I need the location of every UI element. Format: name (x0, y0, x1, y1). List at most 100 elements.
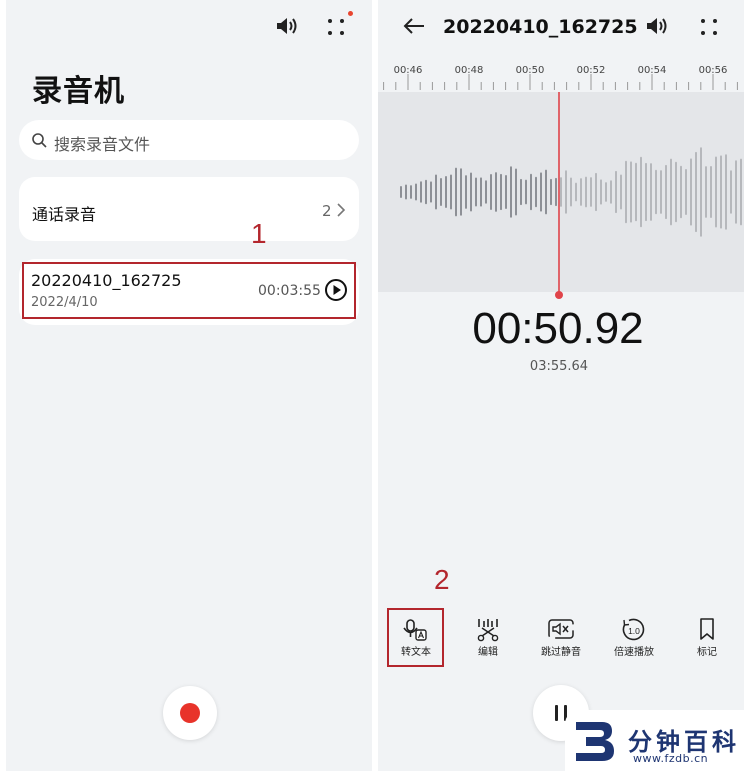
waveform-bar (715, 156, 717, 228)
recording-duration: 00:03:55 (258, 283, 321, 299)
waveform-bar (435, 174, 437, 210)
voice-to-text-icon[interactable] (402, 618, 428, 642)
play-icon[interactable] (324, 278, 348, 302)
waveform-bar (575, 182, 577, 202)
total-duration: 03:55.64 (529, 359, 589, 374)
speaker-icon[interactable] (274, 15, 300, 37)
waveform-bar (470, 172, 472, 212)
waveform-bar (445, 175, 447, 209)
waveform-bar (650, 163, 652, 221)
brand-logo-icon (576, 722, 614, 761)
back-arrow-icon[interactable] (402, 16, 426, 36)
waveform-bar (710, 166, 712, 218)
waveform-bar (730, 170, 732, 214)
waveform-bar (660, 170, 662, 214)
waveform-bar (610, 180, 612, 204)
waveform-bar (735, 160, 737, 224)
waveform-bar (560, 177, 562, 207)
waveform-bar (630, 161, 632, 223)
timeline-tick-label: 00:52 (577, 65, 606, 76)
tool-edit[interactable]: 编辑 (469, 643, 507, 658)
tool-skip-silence[interactable]: 跳过静音 (536, 643, 586, 658)
waveform-bar (680, 165, 682, 219)
annotation-step-2: 2 (434, 564, 450, 595)
waveform-bar (670, 158, 672, 226)
waveform-bar (440, 177, 442, 207)
waveform-bar (565, 170, 567, 214)
waveform-bar (480, 177, 482, 207)
scissors-edit-icon[interactable] (475, 618, 501, 642)
waveform-bar (555, 177, 557, 207)
playhead-handle[interactable] (555, 291, 563, 299)
four-dots-menu-icon[interactable] (326, 17, 346, 37)
waveform-bar (520, 178, 522, 206)
timeline-tick-label: 00:50 (516, 65, 545, 76)
search-icon (32, 133, 47, 148)
waveform-bar (635, 162, 637, 222)
waveform-bar (425, 179, 427, 205)
speaker-icon[interactable] (644, 15, 670, 37)
waveform-bar (700, 147, 702, 237)
call-recordings-count: 2 (322, 202, 332, 220)
tool-bookmark[interactable]: 标记 (688, 643, 726, 658)
waveform-bar (665, 164, 667, 220)
waveform-bar (430, 181, 432, 203)
page-title: 录音机 (32, 74, 125, 109)
waveform-bar (465, 175, 467, 209)
waveform-bar (570, 177, 572, 207)
waveform-bar (595, 172, 597, 212)
record-button[interactable] (163, 686, 217, 740)
watermark-url: www.fzdb.cn (633, 752, 709, 765)
waveform-bar (695, 151, 697, 233)
waveform-bar (685, 169, 687, 215)
waveform-bar (690, 158, 692, 226)
recording-name: 20220410_162725 (31, 271, 182, 290)
waveform-bar (655, 169, 657, 215)
waveform-bar (510, 166, 512, 218)
recorder-home-screen: 录音机 搜索录音文件 通话录音 2 1 20220410_162725 2022… (6, 0, 372, 771)
recording-playback-screen: 20220410_162725 00:46 00:48 00:50 00:52 00:5… (378, 0, 744, 771)
timeline-tick-label: 00:54 (638, 65, 667, 76)
waveform-bar (725, 154, 727, 230)
waveform-bar (405, 184, 407, 200)
timeline-tick-label: 00:48 (455, 65, 484, 76)
waveform-bar (515, 168, 517, 216)
waveform-bar (705, 166, 707, 218)
speed-badge: 1.0 (628, 626, 640, 636)
tool-playback-speed[interactable]: 倍速播放 (609, 643, 659, 658)
waveform-bar (640, 156, 642, 228)
waveform-bar (625, 160, 627, 224)
timeline-ruler[interactable]: 00:46 00:48 00:50 00:52 00:54 00:56 (378, 60, 744, 92)
waveform-bar (720, 155, 722, 229)
recording-date: 2022/4/10 (31, 295, 98, 310)
waveform-bar (545, 169, 547, 215)
waveform-bar (450, 174, 452, 210)
waveform-bar (460, 168, 462, 216)
waveform-bar (525, 179, 527, 205)
waveform (400, 92, 742, 299)
waveform-bar (495, 172, 497, 212)
waveform-bar (580, 178, 582, 206)
waveform-bar (605, 182, 607, 202)
waveform-bar (620, 174, 622, 210)
waveform-bar (420, 181, 422, 203)
waveform-bar (550, 178, 552, 206)
playback-speed-icon[interactable]: 1.0 (621, 617, 647, 643)
timeline-tick-label: 00:56 (699, 65, 728, 76)
current-time: 00:50.92 (472, 304, 644, 353)
chevron-right-icon (337, 203, 346, 217)
record-dot-icon (180, 703, 200, 723)
bookmark-icon[interactable] (698, 617, 716, 641)
waveform-bar (585, 176, 587, 208)
skip-silence-icon[interactable] (548, 619, 574, 641)
waveform-bar (455, 167, 457, 217)
four-dots-menu-icon[interactable] (699, 17, 719, 37)
waveform-bar (500, 173, 502, 211)
notification-dot (348, 11, 353, 16)
search-input[interactable]: 搜索录音文件 (54, 131, 150, 155)
waveform-bar (615, 170, 617, 214)
tool-voice-to-text[interactable]: 转文本 (395, 643, 437, 658)
waveform-bar (530, 173, 532, 211)
recording-title: 20220410_162725 (443, 16, 638, 38)
waveform-bar (600, 179, 602, 205)
